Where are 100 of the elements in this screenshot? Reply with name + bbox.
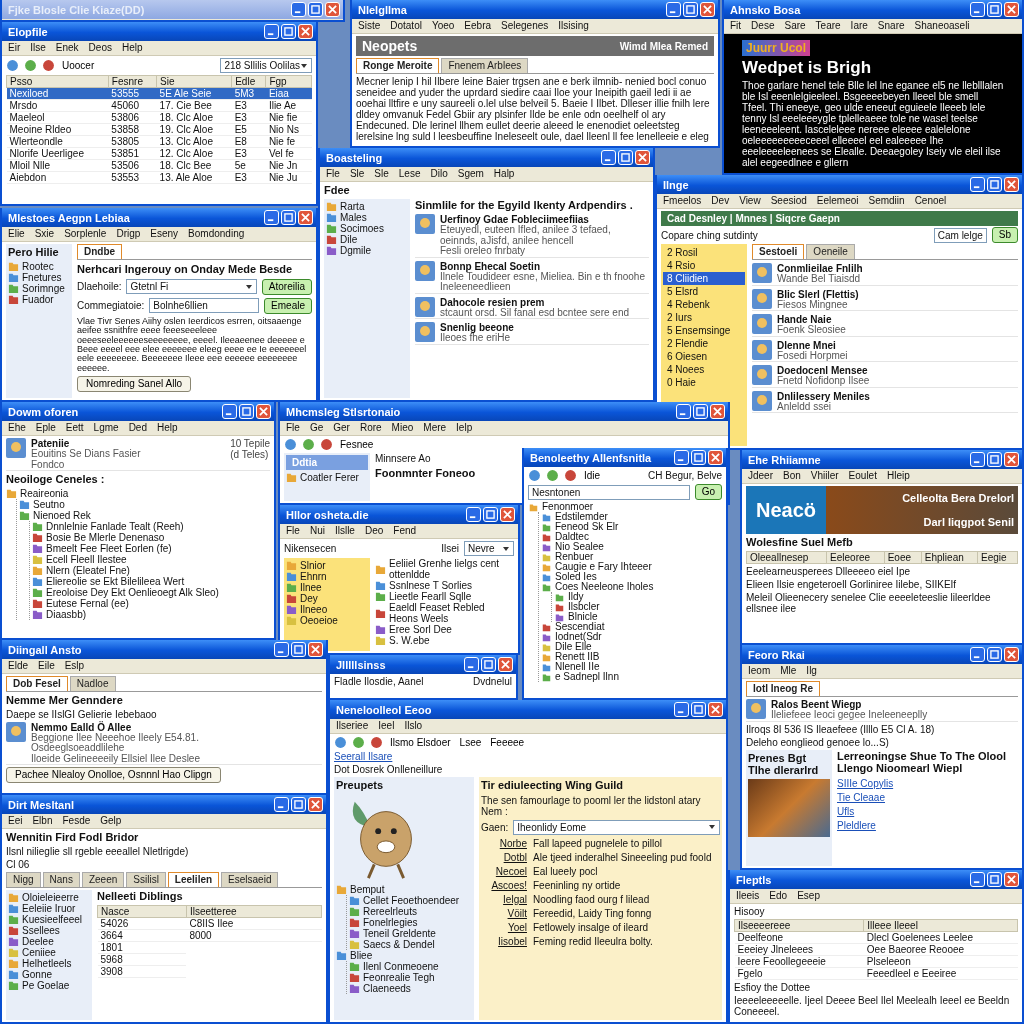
toolbar-icon[interactable] — [284, 438, 297, 451]
tree-item[interactable]: Nienoed Rek — [33, 509, 91, 521]
tree-item[interactable]: Fonelrlegies — [363, 916, 418, 928]
tab[interactable]: Fnenem Arblees — [441, 58, 529, 73]
nav-item[interactable]: 5 Elsrd — [663, 285, 745, 298]
menu-item[interactable]: Elie — [8, 228, 25, 239]
tab[interactable]: Nadloe — [69, 676, 116, 691]
maximize-button[interactable] — [481, 657, 496, 672]
table-row[interactable]: Eeeiey Jlneleees Oee Baeoree Reooee — [734, 943, 1018, 956]
toolbar-icon[interactable] — [320, 438, 333, 451]
link[interactable]: Ufls — [837, 805, 1018, 817]
close-button[interactable] — [325, 2, 340, 17]
minimize-button[interactable] — [222, 404, 237, 419]
menu-item[interactable]: Eseny — [150, 228, 179, 239]
close-button[interactable] — [1004, 647, 1019, 662]
entry-title[interactable]: Pateniie — [31, 438, 226, 449]
close-button[interactable] — [498, 657, 513, 672]
action-button[interactable]: Sb — [991, 227, 1018, 243]
list-item[interactable]: Coatler Ferer — [300, 472, 359, 483]
minimize-button[interactable] — [264, 24, 279, 39]
menu-item[interactable]: Help — [121, 42, 143, 53]
menu-item[interactable]: Cenoel — [914, 195, 947, 206]
maximize-button[interactable] — [483, 507, 498, 522]
minimize-button[interactable] — [274, 797, 289, 812]
menu-item[interactable]: Ehe — [8, 422, 26, 433]
tree-item[interactable]: Seutno — [33, 498, 65, 510]
minimize-button[interactable] — [291, 2, 306, 17]
menu-item[interactable]: Ileeis — [736, 890, 760, 901]
menu-item[interactable]: Fle — [286, 525, 300, 536]
menu-item[interactable]: Ilsising — [558, 20, 589, 31]
entry-title[interactable]: Uerfinoy Gdae Fobleciimeefiias — [440, 214, 649, 226]
menu-item[interactable]: Hleip — [886, 470, 910, 481]
maximize-button[interactable] — [291, 797, 306, 812]
list-item[interactable]: Lieetle Fearll Sqlle — [389, 591, 472, 602]
tree-item[interactable]: Teneil Greldente — [363, 927, 436, 939]
table-row[interactable]: Meoine Rldeo 53858 19. Clc Aloe E5 Nio Ns — [6, 123, 312, 136]
toolbar-button[interactable]: Lsee — [457, 736, 484, 749]
column-header[interactable]: Eoee — [884, 551, 922, 564]
tree-item[interactable]: Renbuer — [555, 552, 594, 562]
input-field[interactable]: Nesntonen — [528, 484, 690, 500]
tree-item[interactable]: Dnnlelnie Fanlade Tealt (Reeh) — [46, 520, 184, 532]
tab[interactable]: Eselsaeid — [221, 871, 279, 887]
column-header[interactable]: Fgp — [265, 75, 312, 88]
section-link[interactable]: Wimd Mlea Remed — [619, 40, 708, 52]
menu-item[interactable]: Ilslo — [404, 720, 423, 731]
list-item[interactable]: Kuesieelfeeel — [22, 913, 83, 925]
list-item[interactable]: Eeleiie Iruor — [22, 902, 76, 914]
link[interactable]: Tie Cleaae — [837, 791, 1018, 803]
minimize-button[interactable] — [464, 657, 479, 672]
minimize-button[interactable] — [274, 642, 289, 657]
maximize-button[interactable] — [987, 177, 1002, 192]
toolbar-button[interactable]: Feeeee — [488, 736, 527, 749]
menu-item[interactable]: Enek — [55, 42, 79, 53]
menu-item[interactable]: Deo — [364, 525, 384, 536]
table-row[interactable]: 1801 — [97, 941, 322, 954]
list-item[interactable]: Gonne — [22, 968, 53, 980]
close-button[interactable] — [710, 404, 725, 419]
nav-item[interactable]: 2 Rosil — [663, 246, 745, 259]
action-button[interactable]: Emeale — [264, 297, 312, 314]
table-row[interactable]: Aiebdon 53553 13. Ale Aloe E3 Nie Ju — [6, 171, 312, 184]
entry-title[interactable]: Blic Slerl (Flettis) — [777, 288, 1018, 300]
action-button[interactable]: Nomreding Sanel Allo — [77, 376, 192, 393]
toolbar-button[interactable]: Ilsmo Elsdoer — [388, 736, 453, 749]
tree-item[interactable]: Fenonmoer — [542, 502, 594, 512]
tree-item[interactable]: Ilenl Conmeoene — [363, 960, 439, 972]
tree-item[interactable]: Bliee — [350, 949, 373, 961]
nav-item[interactable]: 2 Flendie — [663, 337, 745, 350]
entry-title[interactable]: Bonnp Ehecal Soetin — [440, 260, 649, 272]
menu-item[interactable]: Edo — [769, 890, 788, 901]
menu-item[interactable]: Siste — [358, 20, 381, 31]
toolbar-icon[interactable] — [42, 59, 55, 72]
list-item[interactable]: Ssellees — [22, 924, 60, 936]
list-item[interactable]: Slnior — [300, 560, 326, 571]
menu-item[interactable]: Eslp — [64, 660, 85, 671]
close-button[interactable] — [708, 702, 723, 717]
menu-item[interactable]: Ilse — [30, 42, 46, 53]
tree-item[interactable]: Soled Ies — [555, 572, 597, 582]
toolbar-button[interactable]: Idie — [582, 469, 603, 482]
menu-item[interactable]: Mieo — [391, 422, 414, 433]
tree-item[interactable]: Rereelrleuts — [363, 905, 417, 917]
menu-item[interactable]: Mere — [423, 422, 447, 433]
tree-item[interactable]: Ildy — [568, 592, 584, 602]
menu-item[interactable]: Fesde — [62, 815, 91, 826]
list-item[interactable]: Rootec — [22, 260, 54, 272]
menu-item[interactable]: Lgme — [93, 422, 119, 433]
input-field[interactable]: Cam lelge — [933, 227, 987, 243]
tree-item[interactable]: Feneod Sk Elr — [555, 522, 619, 532]
close-button[interactable] — [298, 210, 313, 225]
tab[interactable]: Ronge Meroite — [356, 58, 440, 73]
minimize-button[interactable] — [601, 150, 616, 165]
nav-item[interactable]: 6 Oiesen — [663, 350, 745, 363]
menu-item[interactable]: Fle — [326, 168, 340, 179]
menu-item[interactable]: Iare — [850, 20, 868, 31]
action-button[interactable]: Pachee Nlealoy Onolloe, Osnnnl Hao Clipgn — [6, 767, 221, 784]
tree-item[interactable]: Iodnet(Sdr — [555, 632, 602, 642]
nav-item[interactable]: 4 Rsio — [663, 259, 745, 272]
entry-title[interactable]: Dahocole resien prem — [440, 296, 649, 308]
table-row[interactable]: Maeleol 53806 18. Clc Aloe E3 Nie fie — [6, 111, 312, 124]
menu-item[interactable]: Halp — [493, 168, 515, 179]
tab[interactable]: Leelilen — [167, 871, 220, 887]
